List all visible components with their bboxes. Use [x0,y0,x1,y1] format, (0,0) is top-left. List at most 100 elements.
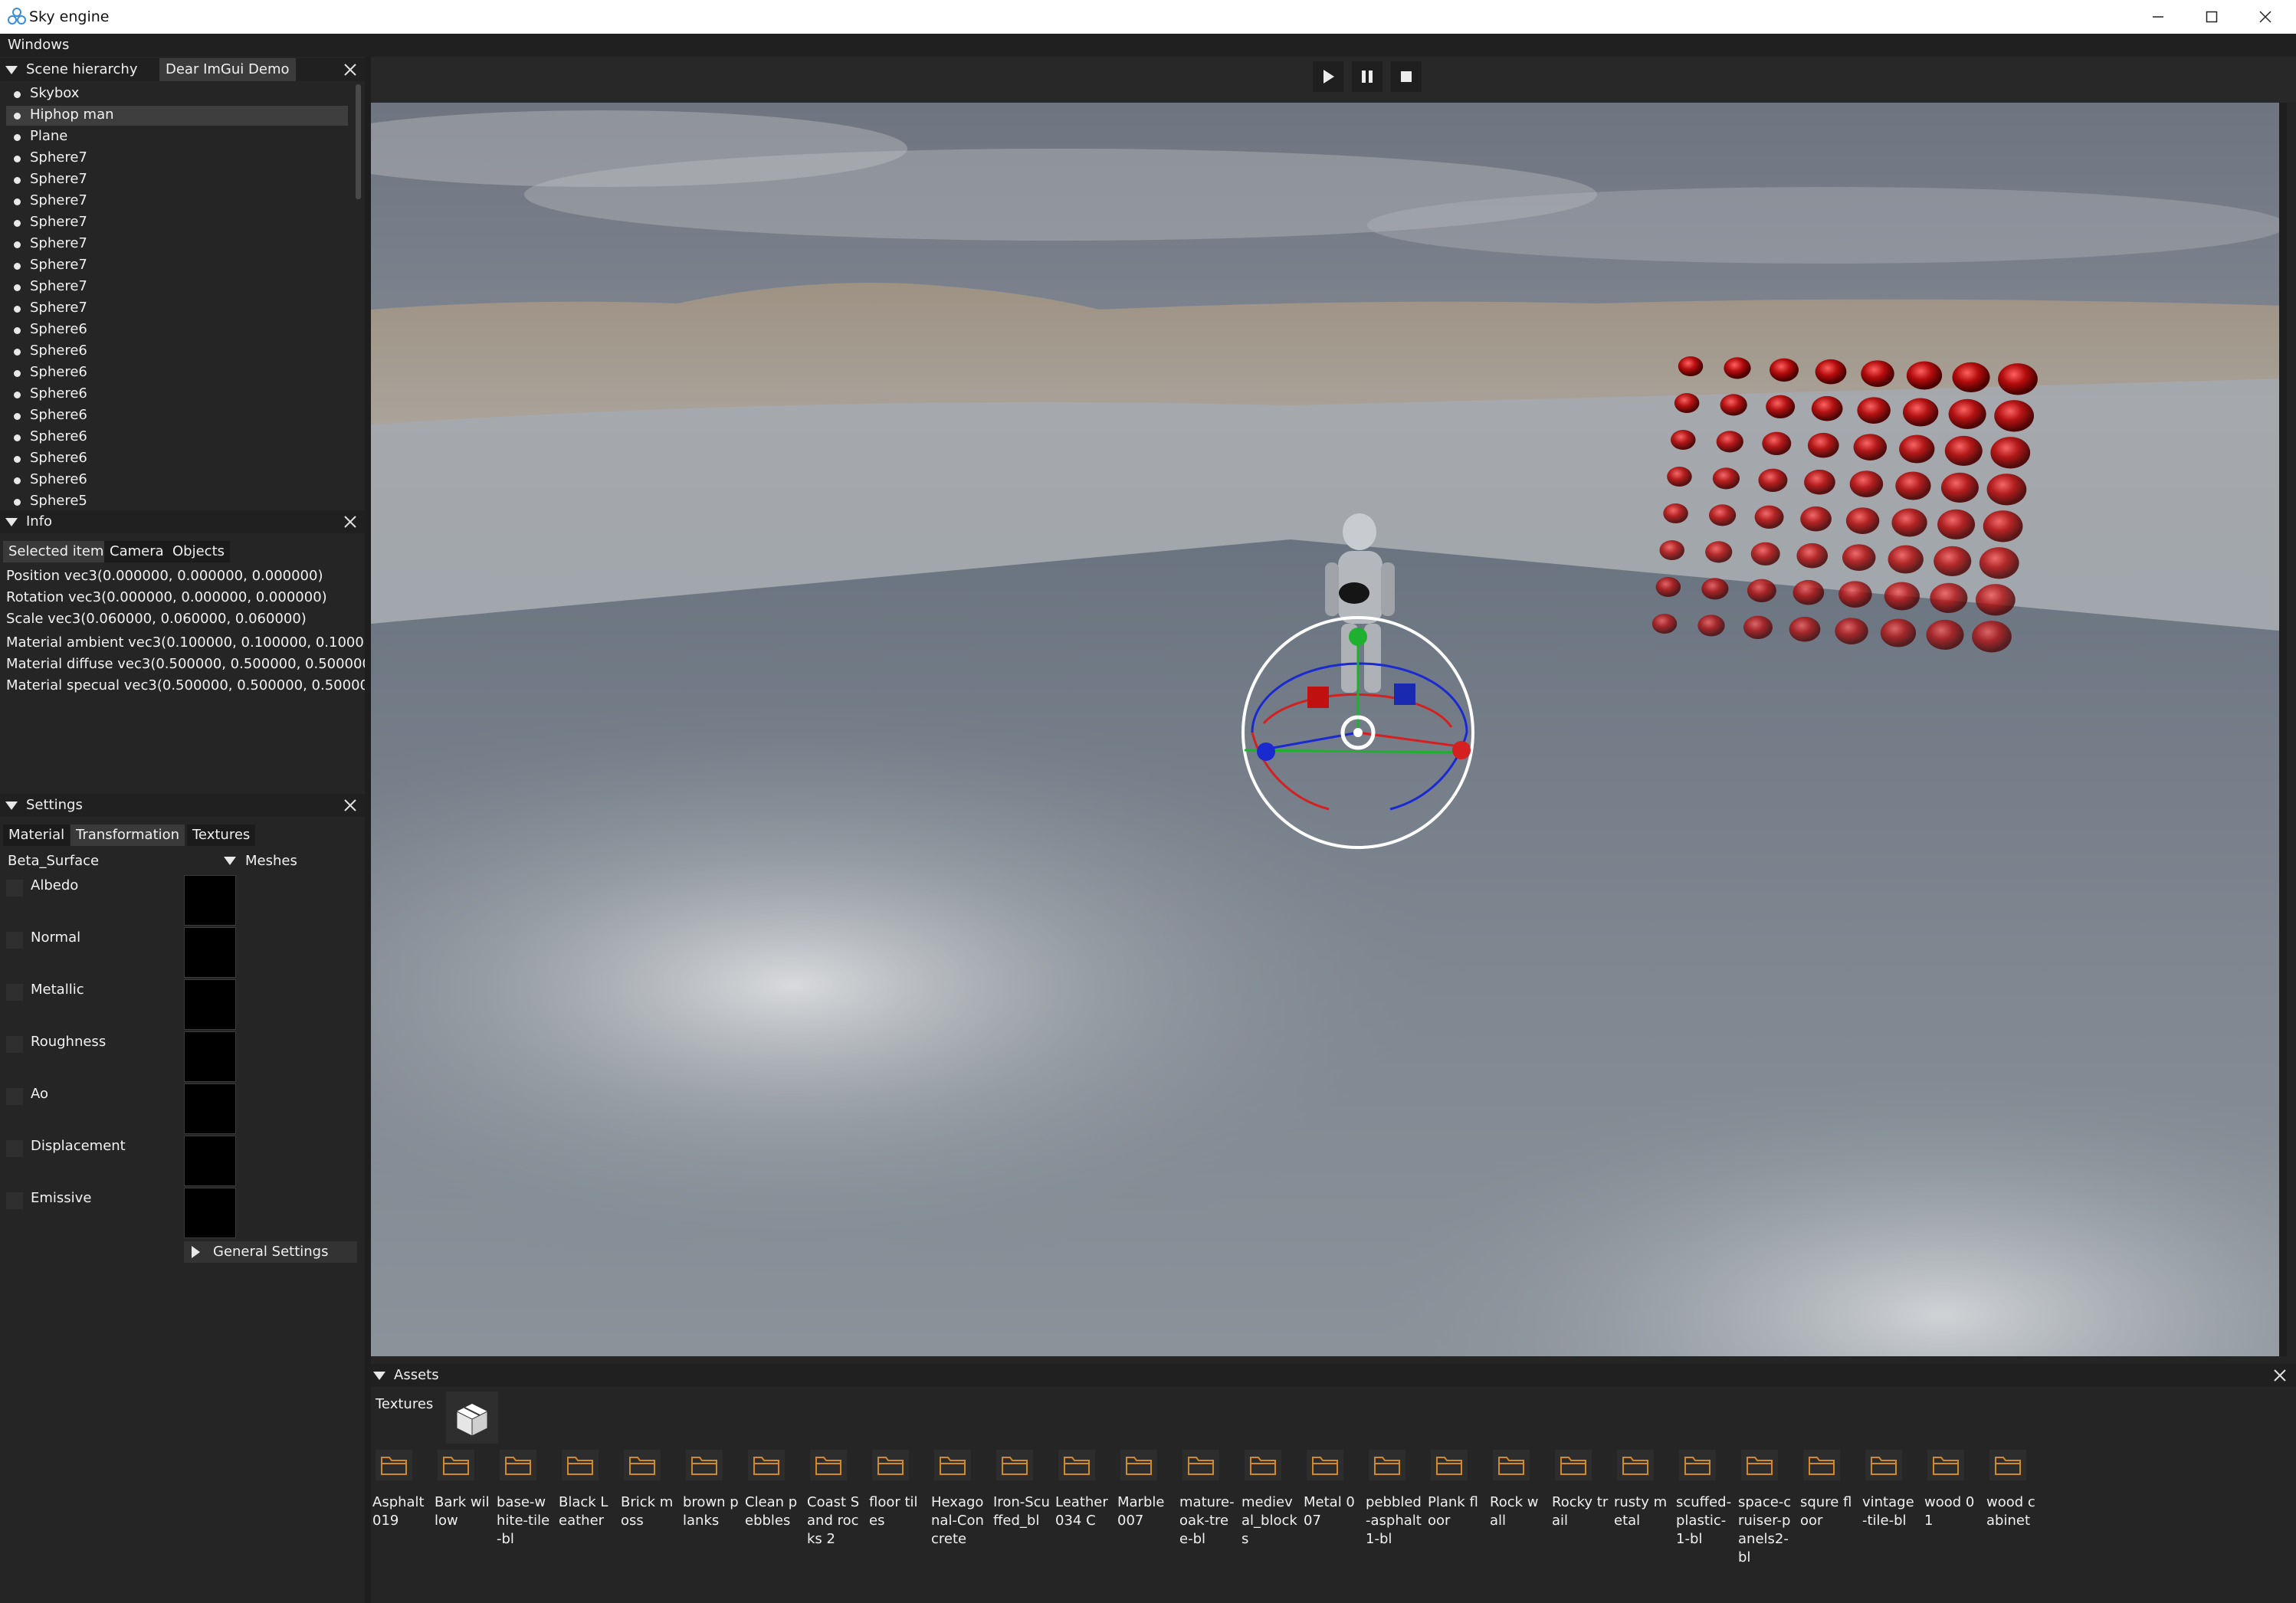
red-sphere[interactable] [1934,546,1972,577]
tab-objects[interactable]: Objects [167,541,231,562]
red-sphere[interactable] [1674,393,1700,413]
folder-icon[interactable] [562,1450,599,1480]
texture-slot-checkbox[interactable] [6,1192,23,1209]
scene-item[interactable]: Sphere7 [0,297,353,319]
scene-item[interactable]: Sphere7 [0,211,353,233]
close-panel-icon[interactable] [342,797,359,814]
folder-icon[interactable] [1058,1450,1095,1480]
folder-icon[interactable] [1803,1450,1840,1480]
texture-slot-checkbox[interactable] [6,1140,23,1157]
folder-icon[interactable] [1865,1450,1902,1480]
red-sphere[interactable] [1770,358,1799,382]
texture-slot-preview[interactable] [184,1188,236,1238]
tab-dear-imgui-demo[interactable]: Dear ImGui Demo [159,58,296,81]
red-sphere[interactable] [1804,469,1835,495]
folder-icon[interactable] [1182,1450,1219,1480]
red-sphere[interactable] [1835,618,1868,644]
maximize-button[interactable] [2185,0,2239,34]
red-sphere[interactable] [1800,506,1832,532]
red-sphere[interactable] [1888,545,1924,574]
red-sphere[interactable] [1853,434,1888,461]
texture-slot-preview[interactable] [184,1083,236,1134]
scene-item[interactable]: Sphere6 [0,405,353,426]
folder-icon[interactable] [1555,1450,1592,1480]
scene-item[interactable]: Sphere7 [0,147,353,169]
tab-material[interactable]: Material [3,824,71,846]
red-sphere[interactable] [1811,395,1843,421]
tab-scene-hierarchy[interactable]: Scene hierarchy [26,58,137,81]
folder-icon[interactable] [624,1450,661,1480]
red-sphere[interactable] [1766,395,1796,418]
red-sphere[interactable] [1667,467,1692,487]
pause-button[interactable] [1352,61,1383,92]
folder-icon[interactable] [1369,1450,1405,1480]
minimize-button[interactable] [2131,0,2185,34]
red-sphere[interactable] [1750,542,1780,565]
scene-item[interactable]: Sphere6 [0,362,353,383]
tab-textures[interactable]: Textures [187,824,256,846]
meshes-collapse-icon[interactable] [224,857,236,865]
red-sphere[interactable] [1986,474,2027,506]
folder-icon[interactable] [376,1450,412,1480]
texture-slot-checkbox[interactable] [6,1088,23,1105]
folder-icon[interactable] [996,1450,1033,1480]
red-sphere[interactable] [1838,581,1872,608]
red-sphere[interactable] [1880,618,1917,647]
folder-icon[interactable] [1741,1450,1778,1480]
red-sphere[interactable] [1891,508,1927,537]
folder-icon[interactable] [810,1450,847,1480]
menu-windows[interactable]: Windows [8,37,69,54]
folder-icon[interactable] [748,1450,785,1480]
scene-item[interactable]: Sphere5 [0,490,353,509]
red-sphere[interactable] [1994,400,2035,432]
red-sphere[interactable] [1899,434,1935,464]
folder-icon[interactable] [686,1450,723,1480]
red-sphere[interactable] [1705,541,1733,563]
folder-icon[interactable] [1617,1450,1654,1480]
red-sphere[interactable] [1842,544,1876,571]
folder-icon[interactable] [438,1450,474,1480]
collapse-triangle-icon[interactable] [5,802,18,810]
red-sphere[interactable] [1845,507,1880,534]
close-panel-icon[interactable] [2271,1367,2288,1384]
scene-item[interactable]: Sphere6 [0,469,353,490]
red-sphere[interactable] [1895,471,1931,500]
tab-selected-item[interactable]: Selected item [3,541,110,562]
texture-slot-checkbox[interactable] [6,1036,23,1053]
assets-tab-textures[interactable]: Textures [376,1395,433,1414]
red-sphere[interactable] [1716,431,1743,453]
play-button[interactable] [1313,61,1343,92]
scene-item[interactable]: Hiphop man [0,104,353,126]
package-button[interactable] [446,1392,498,1444]
red-sphere[interactable] [1975,584,2016,616]
tab-transformation[interactable]: Transformation [71,824,185,846]
folder-icon[interactable] [1307,1450,1343,1480]
red-sphere[interactable] [1937,509,1976,540]
red-sphere[interactable] [1906,361,1943,390]
tab-camera[interactable]: Camera [104,541,169,562]
scene-item[interactable]: Skybox [0,83,353,104]
red-sphere[interactable] [1697,615,1725,637]
folder-icon[interactable] [1431,1450,1468,1480]
texture-slot-preview[interactable] [184,927,236,978]
red-sphere[interactable] [1708,504,1737,526]
collapse-triangle-icon[interactable] [5,518,18,526]
red-sphere[interactable] [1884,582,1920,611]
texture-slot-preview[interactable] [184,1031,236,1082]
scene-item[interactable]: Sphere7 [0,190,353,211]
stop-button[interactable] [1391,61,1422,92]
red-sphere[interactable] [1651,614,1678,634]
panel-splitter[interactable] [365,57,371,1603]
red-sphere[interactable] [1671,430,1696,450]
scene-render[interactable] [371,103,2287,1356]
scene-item[interactable]: Plane [0,126,353,147]
material-name[interactable]: Beta_Surface [8,852,99,870]
red-sphere[interactable] [1758,468,1788,492]
scene-scrollbar[interactable] [356,84,361,199]
red-sphere[interactable] [1861,360,1894,387]
folder-icon[interactable] [1989,1450,2026,1480]
scene-item[interactable]: Sphere7 [0,169,353,190]
folder-icon[interactable] [1679,1450,1716,1480]
red-sphere[interactable] [1743,615,1773,639]
red-sphere[interactable] [1930,582,1968,614]
